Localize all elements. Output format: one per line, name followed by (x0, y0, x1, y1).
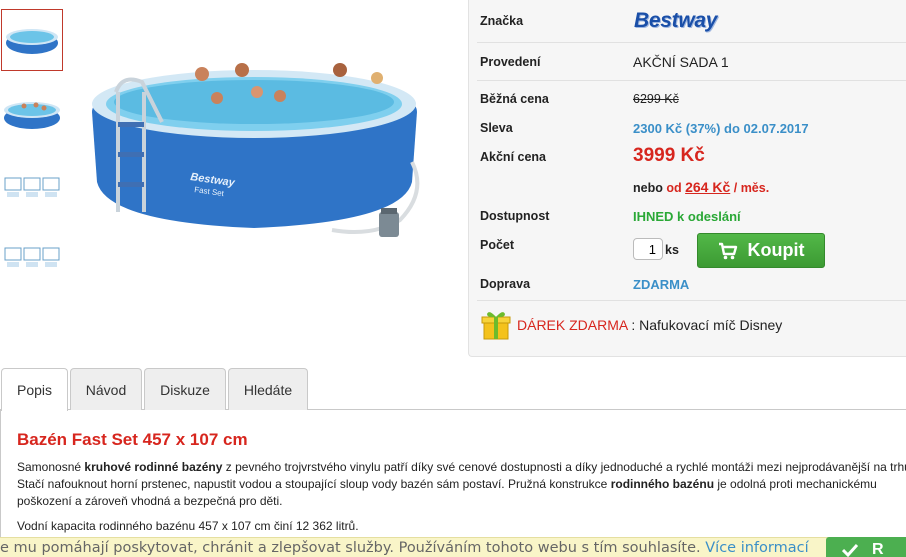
installment-suffix: / měs. (733, 181, 770, 195)
shipping-value: ZDARMA (633, 277, 690, 292)
gift-title: DÁREK ZDARMA (517, 317, 628, 333)
pool-diagram-thumbnail (4, 247, 60, 267)
gift-value: Nafukovací míč Disney (639, 317, 783, 333)
thumbnail-4[interactable] (1, 226, 63, 288)
divider (477, 80, 906, 81)
cookie-text: e mu pomáhají poskytovat, chránit a zlep… (0, 540, 809, 556)
action-price-value: 3999 Kč (633, 145, 705, 166)
buy-button[interactable]: Koupit (697, 233, 825, 268)
quantity-input[interactable] (633, 238, 663, 260)
gift-row: DÁREK ZDARMA : Nafukovací míč Disney (481, 309, 782, 341)
installment-info: nebo od 264 Kč / měs. (633, 179, 769, 195)
text-span: Samonosné (17, 460, 85, 474)
buy-button-label: Koupit (747, 240, 805, 260)
pool-diagram-thumbnail (4, 177, 60, 197)
bestway-logo[interactable]: Bestway (634, 9, 717, 33)
tab-popis[interactable]: Popis (1, 368, 68, 411)
tab-hledate[interactable]: Hledáte (228, 368, 308, 410)
cookie-message: e mu pomáhají poskytovat, chránit a zlep… (0, 540, 701, 556)
text-bold: rodinného bazénu (610, 477, 715, 491)
text-span: Stačí nafouknout horní prstenec, napusti… (17, 477, 611, 491)
tab-diskuze[interactable]: Diskuze (144, 368, 226, 410)
shipping-label: Doprava (480, 277, 531, 291)
divider (477, 42, 906, 43)
regular-price-value: 6299 Kč (633, 92, 679, 106)
action-price-label: Akční cena (480, 150, 547, 164)
thumbnail-1[interactable] (1, 9, 63, 71)
installment-link[interactable]: 264 Kč (685, 179, 730, 195)
tab-bar: Popis Návod Diskuze Hledáte (0, 368, 906, 411)
pool-thumbnail-image (4, 102, 60, 129)
text-span: je odolná proti mechanickému (714, 477, 877, 491)
description-paragraph: Samonosné kruhové rodinné bazény z pevné… (17, 459, 906, 510)
cookie-accept-button[interactable]: R (826, 537, 906, 557)
divider (477, 300, 906, 301)
product-params-panel: Značka Bestway Provedení AKČNÍ SADA 1 Bě… (468, 0, 906, 357)
thumbnail-3[interactable] (1, 156, 63, 218)
gift-separator: : (627, 317, 640, 333)
variant-label: Provedení (480, 55, 541, 69)
quantity-unit: ks (665, 243, 679, 257)
description-content: Bazén Fast Set 457 x 107 cm Samonosné kr… (0, 410, 906, 557)
quantity-label: Počet (480, 238, 515, 252)
cookie-more-info-link[interactable]: Více informací (705, 540, 808, 556)
text-span: z pevného trojvrstvého vinylu patří díky… (222, 460, 906, 474)
main-product-image[interactable]: Bestway Fast Set (82, 52, 427, 242)
description-title: Bazén Fast Set 457 x 107 cm (17, 430, 248, 449)
cart-icon (718, 242, 737, 259)
checkmark-icon (842, 543, 858, 557)
text-span: poškození a zároveň vhodná a bezpečná pr… (17, 494, 283, 508)
variant-value: AKČNÍ SADA 1 (633, 54, 729, 70)
thumbnail-2[interactable] (1, 81, 63, 143)
brand-label: Značka (480, 14, 524, 28)
cookie-accept-label: R (872, 541, 884, 557)
text-bold: kruhové rodinné bazény (84, 460, 223, 474)
description-capacity: Vodní kapacita rodinného bazénu 457 x 10… (17, 519, 359, 533)
availability-label: Dostupnost (480, 209, 550, 223)
pool-image: Bestway Fast Set (92, 63, 420, 237)
regular-price-label: Běžná cena (480, 92, 549, 106)
discount-value: 2300 Kč (37%) do 02.07.2017 (633, 121, 809, 136)
installment-od: od (666, 181, 682, 195)
discount-label: Sleva (480, 121, 513, 135)
tab-navod[interactable]: Návod (70, 368, 142, 410)
availability-value: IHNED k odeslání (633, 209, 741, 224)
installment-prefix: nebo (633, 181, 663, 195)
gift-box-icon (481, 312, 511, 340)
cookie-bar: e mu pomáhají poskytovat, chránit a zlep… (0, 537, 906, 557)
pool-thumbnail-image (6, 29, 58, 54)
